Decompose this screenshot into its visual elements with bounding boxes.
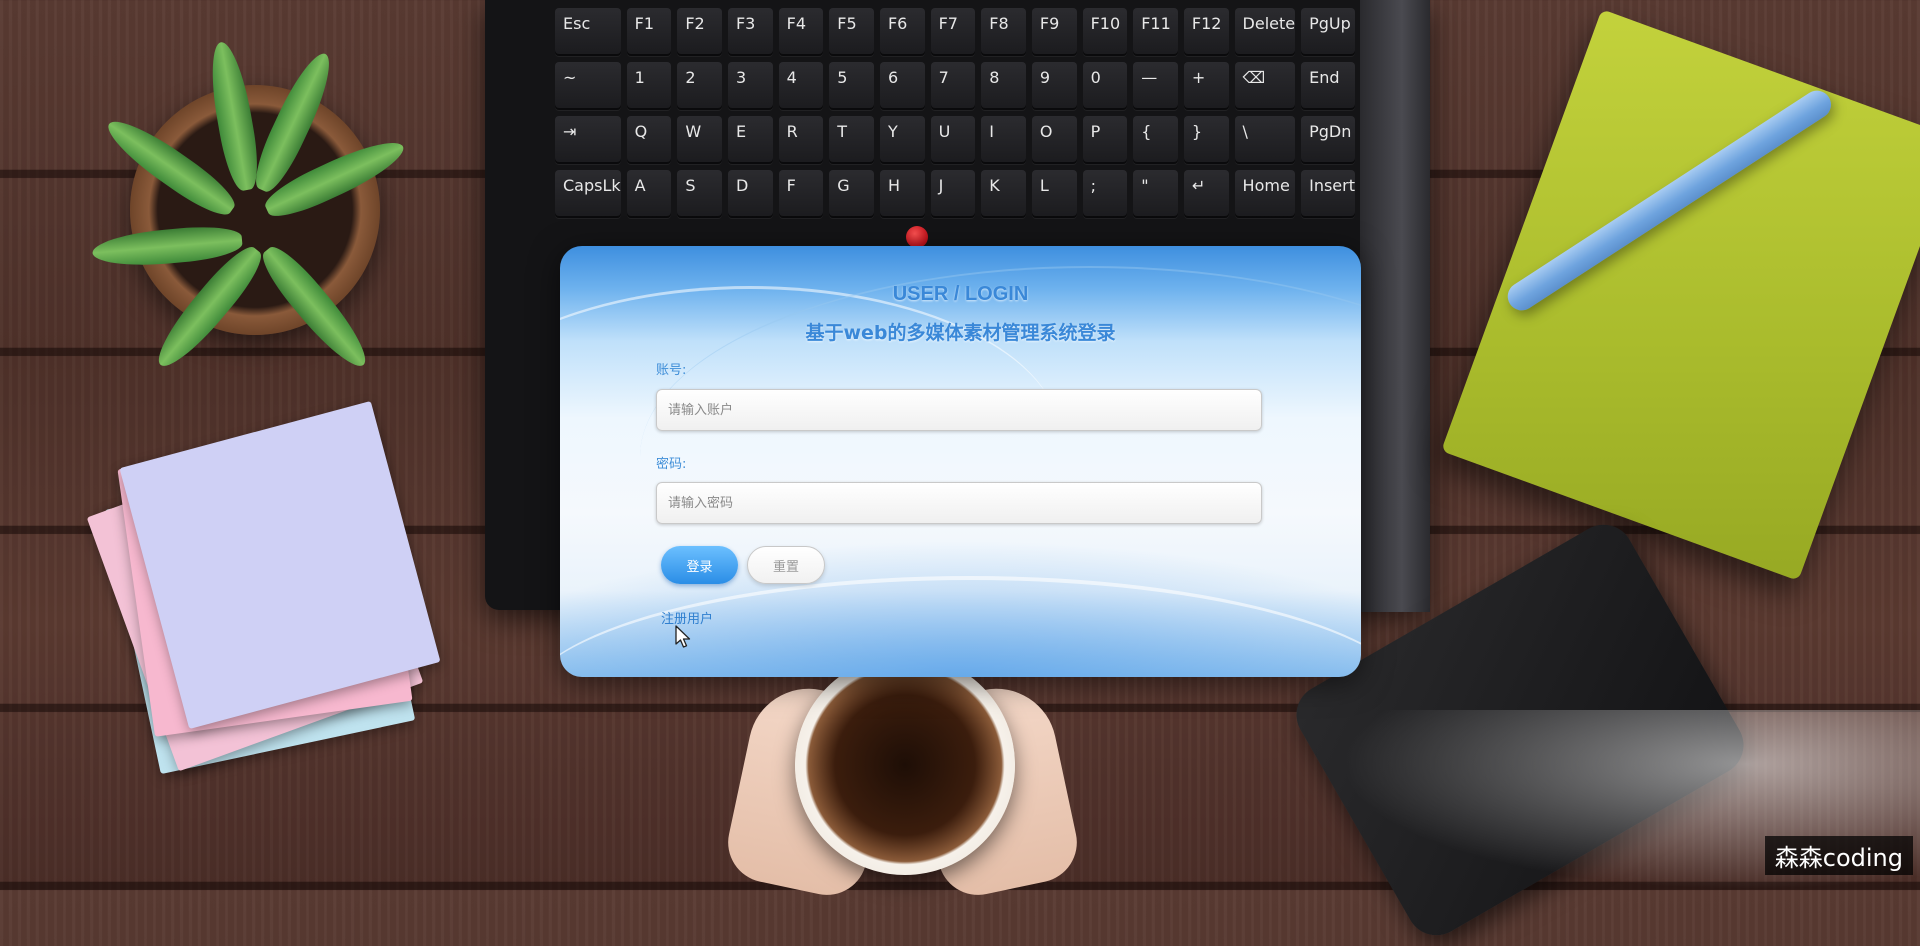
keyboard-key: L (1031, 170, 1077, 218)
keyboard-key: G (829, 170, 874, 218)
keyboard-key: ; (1082, 170, 1128, 218)
keyboard-key: E (727, 116, 773, 164)
keyboard-key: 0 (1082, 62, 1128, 110)
keyboard-key: — (1133, 62, 1178, 110)
keyboard-key: Y (879, 116, 925, 164)
keyboard-key: 7 (930, 62, 976, 110)
keyboard-key: F (778, 170, 824, 218)
coffee-cup-with-hands (720, 650, 1085, 910)
keyboard-key: D (727, 170, 773, 218)
coffee-mug (795, 655, 1015, 875)
keyboard-key: 9 (1031, 62, 1077, 110)
keyboard-key: O (1031, 116, 1077, 164)
keyboard-key: + (1183, 62, 1229, 110)
mouse-pointer-icon (675, 625, 691, 648)
keyboard-key: " (1133, 170, 1178, 218)
login-button[interactable]: 登录 (661, 546, 738, 584)
keyboard-key: End (1301, 62, 1355, 110)
keyboard-key: PgUp (1301, 8, 1355, 56)
keyboard-key: 8 (981, 62, 1026, 110)
watermark: 森森coding (1764, 836, 1913, 875)
keyboard-key: F3 (727, 8, 773, 56)
keyboard-key: Q (626, 116, 672, 164)
keyboard-key: P (1082, 116, 1128, 164)
keyboard-key: F8 (981, 8, 1026, 56)
keyboard-key: J (930, 170, 976, 218)
keyboard-key: I (981, 116, 1026, 164)
system-title: 基于web的多媒体素材管理系统登录 (805, 322, 1116, 344)
keyboard-key: H (879, 170, 925, 218)
keyboard-key: F4 (778, 8, 824, 56)
keyboard-key: F1 (626, 8, 672, 56)
keyboard-key: ~ (555, 62, 621, 110)
trackpoint (906, 226, 928, 248)
keyboard-key: 1 (626, 62, 672, 110)
keyboard-key: 3 (727, 62, 773, 110)
keyboard-key: Insert (1301, 170, 1355, 218)
keyboard-key: 6 (879, 62, 925, 110)
account-input[interactable] (656, 389, 1262, 431)
password-input[interactable] (656, 482, 1262, 524)
keyboard-key: F9 (1031, 8, 1077, 56)
keyboard-key: F2 (677, 8, 722, 56)
keyboard-key: Esc (555, 8, 621, 56)
keyboard-key: CapsLk (555, 170, 621, 218)
keyboard-key: 4 (778, 62, 824, 110)
keyboard-key: F6 (879, 8, 925, 56)
keyboard-key: S (677, 170, 722, 218)
keyboard-key: R (778, 116, 824, 164)
keyboard-key: ⌫ (1234, 62, 1296, 110)
keyboard-key: 2 (677, 62, 722, 110)
login-form: USER / LOGIN 基于web的多媒体素材管理系统登录 账号: 密码: 登… (560, 246, 1361, 677)
keyboard-key: PgDn (1301, 116, 1355, 164)
account-label: 账号: (656, 363, 687, 378)
keyboard-key: \ (1234, 116, 1296, 164)
reset-button[interactable]: 重置 (747, 546, 825, 584)
keyboard-key: Home (1234, 170, 1296, 218)
keyboard-key: A (626, 170, 672, 218)
laptop-keyboard: Esc F1 F2 F3 F4 F5 F6 F7 F8 F9 F10 F11 F12 Delete PgUp… (555, 8, 1355, 248)
keyboard-key: W (677, 116, 722, 164)
keyboard-key: F5 (829, 8, 874, 56)
password-label: 密码: (656, 457, 687, 472)
keyboard-key: F12 (1183, 8, 1229, 56)
login-title: USER / LOGIN (892, 283, 1029, 305)
keyboard-key: 5 (829, 62, 874, 110)
plant-pot (130, 85, 380, 335)
keyboard-key: F10 (1082, 8, 1128, 56)
laptop-edge (1360, 0, 1430, 612)
keyboard-key: ⇥ (555, 116, 621, 164)
keyboard-key: T (829, 116, 874, 164)
keyboard-key: { (1133, 116, 1178, 164)
keyboard-key: ↵ (1183, 170, 1229, 218)
keyboard-key: U (930, 116, 976, 164)
sticky-notes (86, 400, 441, 775)
keyboard-key: } (1183, 116, 1229, 164)
keyboard-key: Delete (1234, 8, 1296, 56)
keyboard-key: F11 (1133, 8, 1178, 56)
keyboard-key: K (981, 170, 1026, 218)
keyboard-key: F7 (930, 8, 976, 56)
